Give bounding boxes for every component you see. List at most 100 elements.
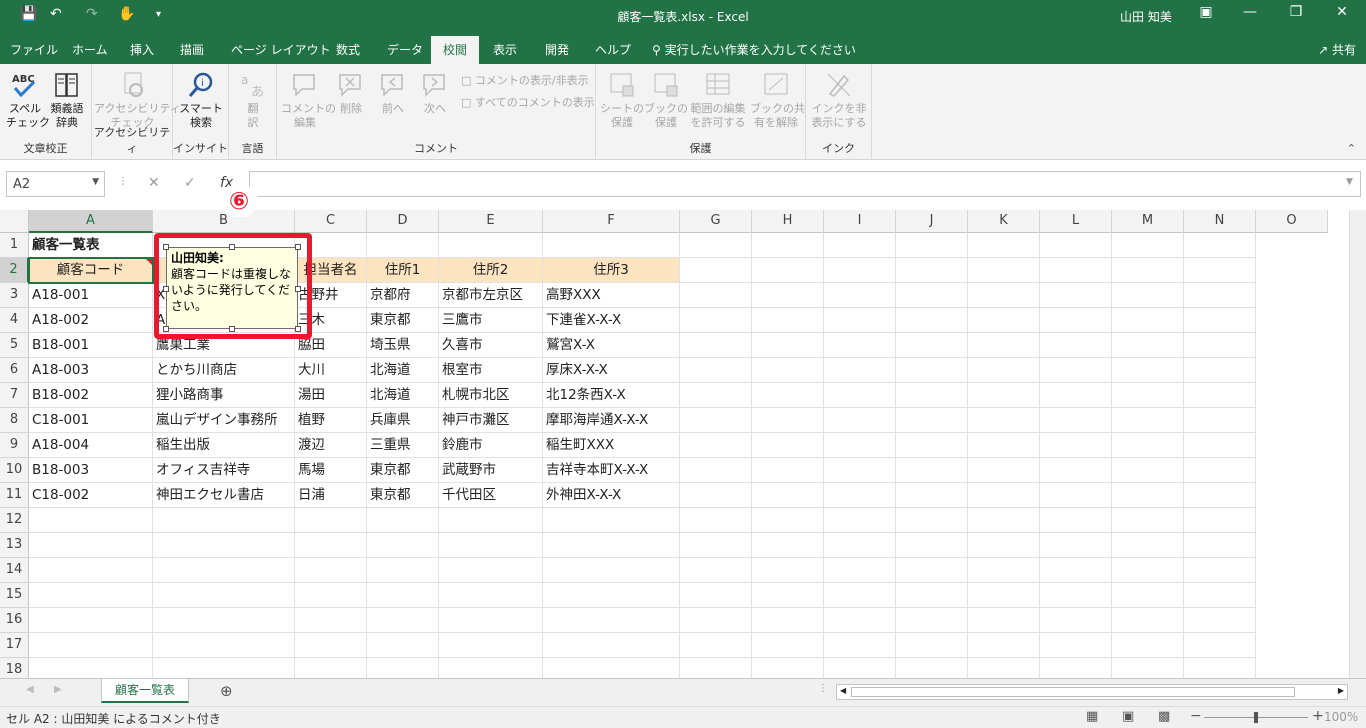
cell[interactable] — [543, 533, 680, 558]
column-header[interactable]: K — [968, 210, 1040, 233]
cell[interactable] — [752, 458, 824, 483]
cell[interactable] — [367, 633, 439, 658]
row-header[interactable]: 15 — [0, 583, 29, 608]
row-header[interactable]: 1 — [0, 233, 29, 258]
cell[interactable] — [680, 408, 752, 433]
cell[interactable] — [824, 458, 896, 483]
tab-developer[interactable]: 開発 — [545, 41, 569, 58]
cell[interactable] — [680, 583, 752, 608]
cell[interactable] — [824, 433, 896, 458]
cell[interactable] — [153, 658, 295, 678]
row-header[interactable]: 12 — [0, 508, 29, 533]
row-header[interactable]: 17 — [0, 633, 29, 658]
cell[interactable] — [439, 533, 543, 558]
cell[interactable]: 下連雀X-X-X — [543, 308, 680, 333]
cell[interactable] — [1184, 633, 1256, 658]
cell[interactable] — [29, 533, 153, 558]
column-header[interactable]: C — [295, 210, 367, 233]
scroll-right-icon[interactable]: ▶ — [54, 684, 62, 695]
row-header[interactable]: 2 — [0, 258, 29, 283]
cell[interactable] — [896, 658, 968, 678]
tab-help[interactable]: ヘルプ — [595, 41, 631, 58]
cell[interactable] — [367, 583, 439, 608]
next-comment-button[interactable]: 次へ — [417, 70, 453, 116]
spelling-button[interactable]: ABC スペル チェック — [6, 70, 50, 130]
cell[interactable] — [968, 608, 1040, 633]
cell[interactable] — [968, 408, 1040, 433]
cell[interactable] — [896, 458, 968, 483]
cell[interactable] — [1040, 383, 1112, 408]
cell[interactable] — [896, 258, 968, 283]
cell[interactable]: 住所3 — [543, 258, 680, 283]
allow-edit-ranges-button[interactable]: 範囲の編集 を許可する — [688, 70, 748, 130]
zoom-level[interactable]: 100% — [1324, 710, 1358, 724]
expand-formula-icon[interactable]: ▼ — [1346, 177, 1353, 187]
column-header[interactable]: B — [153, 210, 295, 233]
cell[interactable] — [680, 258, 752, 283]
cell[interactable] — [1112, 358, 1184, 383]
cell[interactable] — [439, 583, 543, 608]
tab-draw[interactable]: 描画 — [180, 41, 204, 58]
cell[interactable]: 高野XXX — [543, 283, 680, 308]
cell[interactable] — [1040, 608, 1112, 633]
cell[interactable] — [968, 308, 1040, 333]
cell[interactable] — [752, 283, 824, 308]
cell[interactable]: 住所1 — [367, 258, 439, 283]
tab-home[interactable]: ホーム — [72, 41, 108, 58]
cell[interactable] — [1040, 633, 1112, 658]
cell[interactable] — [367, 233, 439, 258]
cell[interactable] — [1040, 658, 1112, 678]
cell[interactable] — [439, 608, 543, 633]
cell[interactable] — [896, 383, 968, 408]
column-header[interactable]: F — [543, 210, 680, 233]
cell[interactable] — [896, 558, 968, 583]
row-header[interactable]: 6 — [0, 358, 29, 383]
cell[interactable] — [752, 633, 824, 658]
cell[interactable] — [824, 333, 896, 358]
cell[interactable] — [153, 558, 295, 583]
cell[interactable] — [1184, 533, 1256, 558]
zoom-out-icon[interactable]: − — [1190, 708, 1202, 724]
cell[interactable] — [1184, 608, 1256, 633]
cell[interactable] — [1112, 283, 1184, 308]
row-header[interactable]: 10 — [0, 458, 29, 483]
cell[interactable] — [295, 533, 367, 558]
column-header[interactable]: J — [896, 210, 968, 233]
cell[interactable]: 摩耶海岸通X-X-X — [543, 408, 680, 433]
cell[interactable] — [824, 383, 896, 408]
smart-lookup-button[interactable]: i スマート 検索 — [177, 70, 225, 130]
show-all-comments-button[interactable]: □ すべてのコメントの表示 — [461, 94, 595, 110]
cell[interactable] — [543, 633, 680, 658]
cell[interactable] — [896, 283, 968, 308]
cell[interactable] — [439, 508, 543, 533]
cell[interactable] — [1184, 383, 1256, 408]
column-header[interactable]: G — [680, 210, 752, 233]
cell[interactable]: 稲生町XXX — [543, 433, 680, 458]
cell[interactable] — [543, 608, 680, 633]
cell[interactable] — [752, 558, 824, 583]
cell[interactable] — [1112, 258, 1184, 283]
normal-view-icon[interactable]: ▦ — [1086, 709, 1098, 724]
user-name[interactable]: 山田 知美 — [1120, 8, 1172, 25]
cell[interactable]: 北海道 — [367, 383, 439, 408]
tab-review[interactable]: 校閲 — [431, 36, 480, 64]
row-header[interactable]: 9 — [0, 433, 29, 458]
cell[interactable]: 久喜市 — [439, 333, 543, 358]
cell[interactable]: 吉祥寺本町X-X-X — [543, 458, 680, 483]
cell[interactable] — [295, 583, 367, 608]
cell[interactable] — [1112, 458, 1184, 483]
cell[interactable] — [367, 558, 439, 583]
scroll-thumb[interactable] — [851, 687, 1295, 697]
tab-data[interactable]: データ — [387, 41, 423, 58]
cell[interactable]: 植野 — [295, 408, 367, 433]
row-header[interactable]: 16 — [0, 608, 29, 633]
cell[interactable]: 東京都 — [367, 308, 439, 333]
cell[interactable]: 湯田 — [295, 383, 367, 408]
protect-workbook-button[interactable]: ブックの 保護 — [644, 70, 688, 130]
cell[interactable]: 京都市左京区 — [439, 283, 543, 308]
cell[interactable] — [824, 658, 896, 678]
collapse-ribbon-icon[interactable]: ⌃ — [1347, 142, 1356, 155]
sheet-tab[interactable]: 顧客一覧表 — [101, 679, 189, 703]
chevron-down-icon[interactable]: ▼ — [92, 177, 99, 187]
cell[interactable] — [752, 358, 824, 383]
